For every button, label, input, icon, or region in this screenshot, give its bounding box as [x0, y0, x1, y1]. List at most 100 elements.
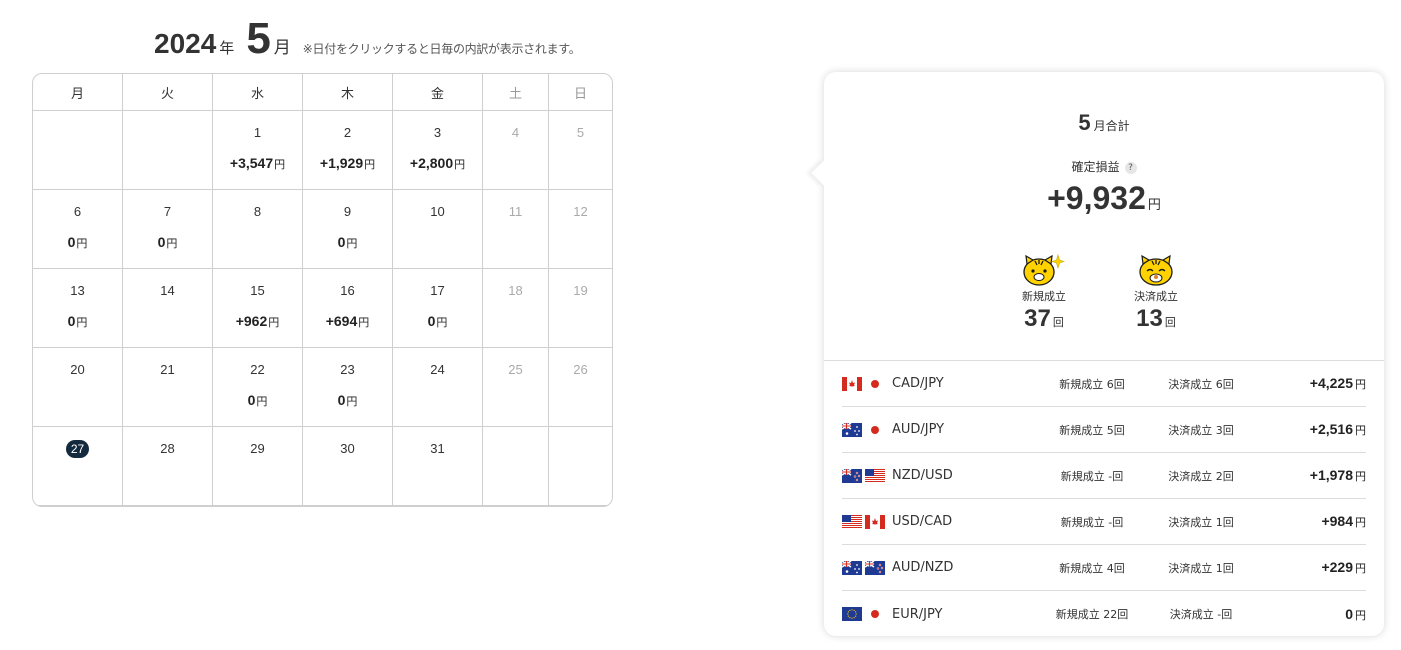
flag-us-icon — [865, 468, 885, 483]
calendar-day-cell[interactable]: 9 0円 — [303, 190, 392, 268]
day-number: 20 — [70, 362, 85, 377]
calendar-day-cell[interactable]: 12 — [549, 190, 612, 268]
day-profit-unit: 円 — [346, 395, 358, 408]
day-profit: 0円 — [213, 392, 302, 409]
currency-pair-name: CAD/JPY — [892, 376, 944, 391]
new-orders-unit: 回 — [1052, 316, 1064, 329]
new-orders-count-row: 37 回 — [1004, 305, 1084, 333]
calendar-day-cell[interactable]: 5 — [549, 111, 612, 189]
day-profit-value: +2,800 — [409, 155, 454, 171]
pair-settle-count: 決済成立 6回 — [1168, 377, 1234, 391]
weekday-header: 月 — [33, 74, 122, 110]
day-profit-value: +694 — [325, 313, 358, 329]
day-profit-value: +3,547 — [229, 155, 274, 171]
flag-nz-icon — [865, 560, 885, 575]
flag-us-icon — [842, 514, 862, 529]
day-profit-value: 0 — [337, 234, 346, 250]
calendar-day-cell[interactable]: 19 — [549, 269, 612, 347]
calendar-day-cell[interactable]: 13 0円 — [33, 269, 122, 347]
calendar-day-cell[interactable]: 16 +694円 — [303, 269, 392, 347]
day-profit-unit: 円 — [166, 237, 178, 250]
calendar-grid: 月火水木金土日 1 +3,547円 2 +1,929円 3 +2,800円 4 5 6 0円 7 0円 8… — [32, 73, 613, 507]
day-number: 16 — [340, 283, 355, 298]
calendar-day-cell[interactable]: 18 — [483, 269, 548, 347]
day-number: 6 — [73, 204, 82, 219]
flag-jp-icon — [865, 607, 885, 621]
day-profit-unit: 円 — [436, 316, 448, 329]
calendar-day-cell[interactable]: 21 — [123, 348, 212, 426]
calendar-month: 5 — [246, 14, 271, 63]
currency-pair-row[interactable]: AUD/JPY 新規成立 5回 決済成立 3回 +2,516 円 — [842, 407, 1366, 453]
day-number: 14 — [160, 283, 175, 298]
calendar-empty-cell — [123, 111, 212, 189]
calendar-day-cell[interactable]: 4 — [483, 111, 548, 189]
calendar-day-cell[interactable]: 23 0円 — [303, 348, 392, 426]
weekday-header: 火 — [123, 74, 212, 110]
calendar-day-cell[interactable]: 6 0円 — [33, 190, 122, 268]
day-number: 24 — [430, 362, 445, 377]
calendar-day-cell[interactable]: 26 — [549, 348, 612, 426]
day-profit-unit: 円 — [454, 158, 466, 171]
calendar-day-cell[interactable]: 25 — [483, 348, 548, 426]
calendar-day-cell[interactable]: 1 +3,547円 — [213, 111, 302, 189]
summary-title: 5 月合計 — [824, 110, 1384, 136]
day-number: 18 — [508, 283, 523, 298]
calendar-empty-cell — [33, 111, 122, 189]
pair-profit: +2,516 円 — [1310, 421, 1366, 438]
currency-pair-name: AUD/NZD — [892, 560, 954, 575]
calendar-day-cell[interactable]: 30 — [303, 427, 392, 505]
currency-pair-row[interactable]: NZD/USD 新規成立 -回 決済成立 2回 +1,978 円 — [842, 453, 1366, 499]
calendar-day-cell[interactable]: 8 — [213, 190, 302, 268]
calendar-day-cell[interactable]: 22 0円 — [213, 348, 302, 426]
day-profit: +1,929円 — [303, 155, 392, 172]
calendar-day-cell[interactable]: 15 +962円 — [213, 269, 302, 347]
pair-new-count: 新規成立 6回 — [1059, 377, 1125, 391]
calendar-day-cell[interactable]: 11 — [483, 190, 548, 268]
flag-jp-icon — [865, 422, 885, 437]
day-profit-unit: 円 — [358, 316, 370, 329]
calendar-empty-cell — [483, 427, 548, 505]
currency-pair-row[interactable]: EUR/JPY 新規成立 22回 決済成立 -回 0 円 — [842, 591, 1366, 637]
currency-pair-row[interactable]: CAD/JPY 新規成立 6回 決済成立 6回 +4,225 円 — [842, 361, 1366, 407]
calendar-day-cell[interactable]: 31 — [393, 427, 482, 505]
calendar-day-cell[interactable]: 3 +2,800円 — [393, 111, 482, 189]
calendar-day-cell[interactable]: 17 0円 — [393, 269, 482, 347]
day-profit-unit: 円 — [76, 237, 88, 250]
calendar-month-unit: 月 — [273, 38, 291, 58]
weekday-header: 金 — [393, 74, 482, 110]
day-profit-unit: 円 — [274, 158, 286, 171]
day-profit: 0円 — [393, 313, 482, 330]
day-number: 3 — [433, 125, 442, 140]
help-icon[interactable]: ? — [1124, 162, 1137, 174]
calendar-header: 2024 年 5 月 ※日付をクリックすると日毎の内訳が表示されます。 — [154, 14, 581, 64]
today-badge: 27 — [65, 440, 90, 458]
currency-flags — [842, 606, 890, 622]
currency-pair-row[interactable]: USD/CAD 新規成立 -回 決済成立 1回 +984 円 — [842, 499, 1366, 545]
day-number: 9 — [343, 204, 352, 219]
calendar-day-cell[interactable]: 20 — [33, 348, 122, 426]
day-profit-value: 0 — [67, 234, 76, 250]
day-profit: 0円 — [123, 234, 212, 251]
currency-pair-row[interactable]: AUD/NZD 新規成立 4回 決済成立 1回 +229 円 — [842, 545, 1366, 591]
profit-label-text: 確定損益 — [1071, 160, 1120, 174]
calendar-day-cell[interactable]: 7 0円 — [123, 190, 212, 268]
calendar-day-cell[interactable]: 24 — [393, 348, 482, 426]
calendar-day-cell[interactable]: 27 — [33, 427, 122, 505]
day-profit-value: 0 — [337, 392, 346, 408]
calendar-day-cell[interactable]: 28 — [123, 427, 212, 505]
pair-profit-unit: 円 — [1355, 378, 1366, 391]
pair-profit-unit: 円 — [1355, 470, 1366, 483]
day-number: 21 — [160, 362, 175, 377]
calendar-day-cell[interactable]: 14 — [123, 269, 212, 347]
summary-panel: 5 月合計 確定損益? +9,932 円 新規成立 37 回 決済成立 13 回… — [811, 72, 1384, 637]
pair-new-count: 新規成立 -回 — [1060, 469, 1124, 483]
calendar-day-cell[interactable]: 10 — [393, 190, 482, 268]
summary-month: 5 — [1078, 110, 1091, 135]
currency-pair-name: NZD/USD — [892, 468, 953, 483]
calendar-empty-cell — [549, 427, 612, 505]
calendar-day-cell[interactable]: 2 +1,929円 — [303, 111, 392, 189]
calendar-day-cell[interactable]: 29 — [213, 427, 302, 505]
settled-orders-stat: 決済成立 13 回 — [1116, 252, 1196, 333]
pair-profit: +229 円 — [1321, 559, 1366, 576]
flag-au-icon — [842, 560, 862, 575]
